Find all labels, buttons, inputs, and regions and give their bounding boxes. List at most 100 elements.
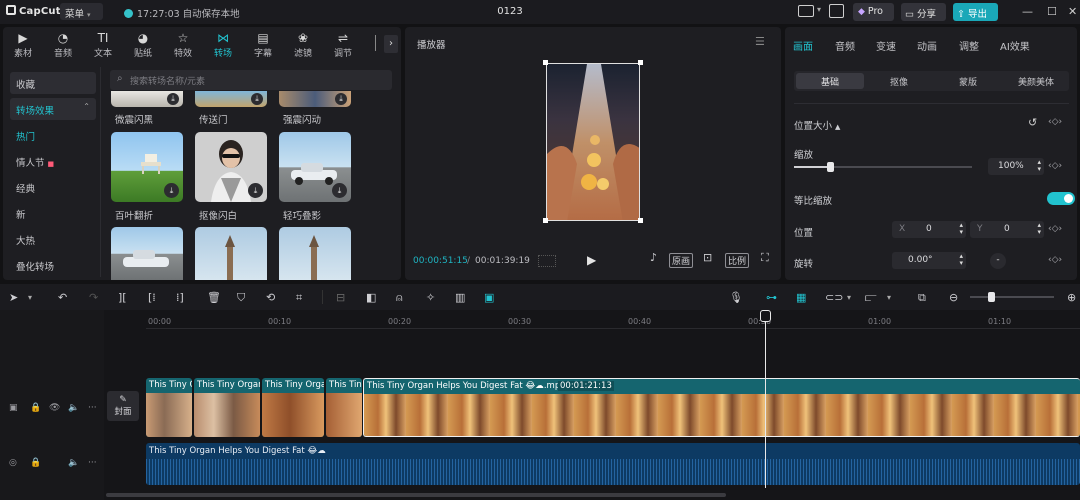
- microphone-icon[interactable]: 🎙: [729, 291, 743, 304]
- zoom-out-icon[interactable]: ⊖: [949, 291, 958, 304]
- keyframe-icon[interactable]: ‹◇›: [1048, 161, 1062, 171]
- stepper-icon[interactable]: ▴ ▾: [1037, 222, 1041, 236]
- rotate-input[interactable]: 0.00° ▴ ▾: [892, 252, 966, 269]
- ai-edit-icon[interactable]: ▣: [484, 291, 494, 304]
- download-icon[interactable]: ⤓: [167, 93, 179, 105]
- video-clip[interactable]: This Tiny: [326, 378, 362, 437]
- layout-icon[interactable]: [798, 5, 814, 17]
- select-chevron-icon[interactable]: ▾: [28, 293, 32, 302]
- fullscreen-icon[interactable]: ⛶: [759, 251, 771, 265]
- delete-icon[interactable]: 🗑: [207, 291, 221, 304]
- playhead[interactable]: [765, 316, 766, 488]
- transition-thumb[interactable]: ⤓: [195, 132, 267, 202]
- playhead-handle[interactable]: [760, 310, 771, 322]
- transition-thumb[interactable]: ⤓: [279, 132, 351, 202]
- download-icon[interactable]: ⤓: [164, 183, 179, 198]
- crop-handle[interactable]: [543, 218, 548, 223]
- selected-video-clip[interactable]: This Tiny Organ Helps You Digest Fat 😂☁.…: [363, 378, 1080, 437]
- fit-screen-icon[interactable]: ⊡: [701, 251, 714, 264]
- select-tool-icon[interactable]: ➤: [9, 291, 18, 304]
- trim-right-icon[interactable]: ⁞]: [176, 291, 184, 304]
- cover-button[interactable]: ✎ 封面: [107, 391, 139, 421]
- mirror-icon[interactable]: ◧: [366, 291, 376, 304]
- more-icon[interactable]: ···: [88, 403, 97, 413]
- lock-icon[interactable]: 🔒: [30, 458, 41, 468]
- download-icon[interactable]: ⤓: [248, 183, 263, 198]
- video-clip[interactable]: This Tiny Organ: [194, 378, 260, 437]
- tool-transition[interactable]: ⋈ 转场: [203, 31, 243, 63]
- subtab-mask[interactable]: 蒙版: [934, 75, 1002, 88]
- subtab-cutout[interactable]: 抠像: [865, 75, 933, 88]
- sidebar-item-popular[interactable]: 热门: [10, 124, 96, 146]
- video-preview[interactable]: [546, 63, 640, 221]
- tool-captions[interactable]: ▤ 字幕: [243, 31, 283, 63]
- project-title[interactable]: 0123: [470, 6, 550, 17]
- more-icon[interactable]: ···: [88, 458, 97, 468]
- keyframe-icon[interactable]: ‹◇›: [1048, 224, 1062, 234]
- person-icon[interactable]: ⍝: [396, 291, 403, 305]
- tools-scroll-right-button[interactable]: ›: [384, 35, 398, 53]
- visibility-icon[interactable]: 👁: [49, 403, 60, 413]
- link-icon[interactable]: ⊂⊃: [825, 291, 843, 304]
- video-clip[interactable]: This Tiny O: [146, 378, 192, 437]
- maximize-icon[interactable]: ☐: [1047, 5, 1057, 18]
- crop-icon[interactable]: ⊟: [336, 291, 345, 304]
- audio-clip[interactable]: This Tiny Organ Helps You Digest Fat 😂☁: [146, 443, 1080, 485]
- grid-icon[interactable]: [538, 255, 556, 267]
- play-button[interactable]: ▶: [587, 253, 596, 267]
- tab-ai-effects[interactable]: AI效果: [1000, 38, 1030, 53]
- auto-snap-icon[interactable]: ▦: [796, 291, 806, 304]
- download-icon[interactable]: ⤓: [332, 183, 347, 198]
- ratio-button[interactable]: 比例: [725, 253, 750, 268]
- sidebar-item-favorites[interactable]: 收藏: [10, 72, 96, 94]
- timeline-scrollbar[interactable]: [106, 493, 726, 497]
- main-track-magnet-icon[interactable]: ⊶: [766, 291, 777, 304]
- crop-handle[interactable]: [638, 218, 643, 223]
- stepper-icon[interactable]: ▴ ▾: [959, 222, 963, 236]
- layout-chevron-icon[interactable]: ▾: [817, 5, 821, 14]
- tiktok-icon[interactable]: ♪: [648, 251, 659, 264]
- freeze-frame-icon[interactable]: ▥: [455, 291, 465, 304]
- auto-reframe-icon[interactable]: ⌗: [296, 291, 302, 305]
- loop-icon[interactable]: ⟲: [266, 291, 275, 304]
- lock-icon[interactable]: 🔒: [30, 403, 41, 413]
- undo-icon[interactable]: ↶: [58, 291, 67, 304]
- transition-thumb[interactable]: [111, 227, 183, 280]
- tool-filter[interactable]: ❀ 滤镜: [283, 31, 323, 63]
- crop-handle[interactable]: [543, 60, 548, 65]
- sidebar-item-new[interactable]: 新: [10, 202, 96, 224]
- sidebar-item-transitions[interactable]: 转场效果 ⌃: [10, 98, 96, 120]
- zoom-slider[interactable]: [970, 296, 1054, 298]
- subtab-basic[interactable]: 基础: [796, 75, 864, 88]
- keyframe-icon[interactable]: ‹◇›: [1048, 117, 1062, 127]
- tab-adjust[interactable]: 调整: [959, 38, 979, 53]
- axis-chevron-icon[interactable]: ▾: [887, 293, 891, 302]
- transition-thumb[interactable]: ⤓: [195, 91, 267, 107]
- sidebar-item-dissolve[interactable]: 叠化转场: [10, 254, 96, 276]
- preview-axis-icon[interactable]: ⫍: [865, 291, 877, 305]
- close-icon[interactable]: ✕: [1068, 5, 1077, 18]
- sidebar-item-valentine[interactable]: 情人节 ■: [10, 150, 96, 172]
- link-chevron-icon[interactable]: ▾: [847, 293, 851, 302]
- tool-audio[interactable]: ◔ 音频: [43, 31, 83, 63]
- share-button[interactable]: ▭ 分享: [901, 3, 946, 21]
- mute-icon[interactable]: 🔈: [68, 458, 79, 468]
- timeline[interactable]: 00:00 00:10 00:20 00:30 00:40 00:50 01:0…: [0, 310, 1080, 500]
- transition-thumb[interactable]: ⤓: [111, 91, 183, 107]
- uniform-scale-toggle[interactable]: [1047, 192, 1075, 205]
- sidebar-item-trending[interactable]: 大热: [10, 228, 96, 250]
- sidebar-item-classic[interactable]: 经典: [10, 176, 96, 198]
- tool-effects[interactable]: ☆ 特效: [163, 31, 203, 63]
- caption-icon[interactable]: ⧉: [918, 291, 926, 305]
- position-size-header[interactable]: 位置大小 ▲: [794, 118, 840, 132]
- tool-text[interactable]: TI 文本: [83, 31, 123, 63]
- scale-input[interactable]: 100% ▴ ▾: [988, 158, 1044, 175]
- transition-search-input[interactable]: ⌕ 搜索转场名称/元素: [110, 70, 392, 90]
- rotate-dial-icon[interactable]: -: [990, 253, 1006, 269]
- zoom-slider-handle[interactable]: [988, 292, 995, 302]
- keyframe-icon[interactable]: ‹◇›: [1048, 255, 1062, 265]
- original-quality-button[interactable]: 原画: [669, 253, 694, 268]
- crop-handle[interactable]: [638, 60, 643, 65]
- marker-icon[interactable]: ⛉: [237, 291, 245, 305]
- tool-sticker[interactable]: ◕ 贴纸: [123, 31, 163, 63]
